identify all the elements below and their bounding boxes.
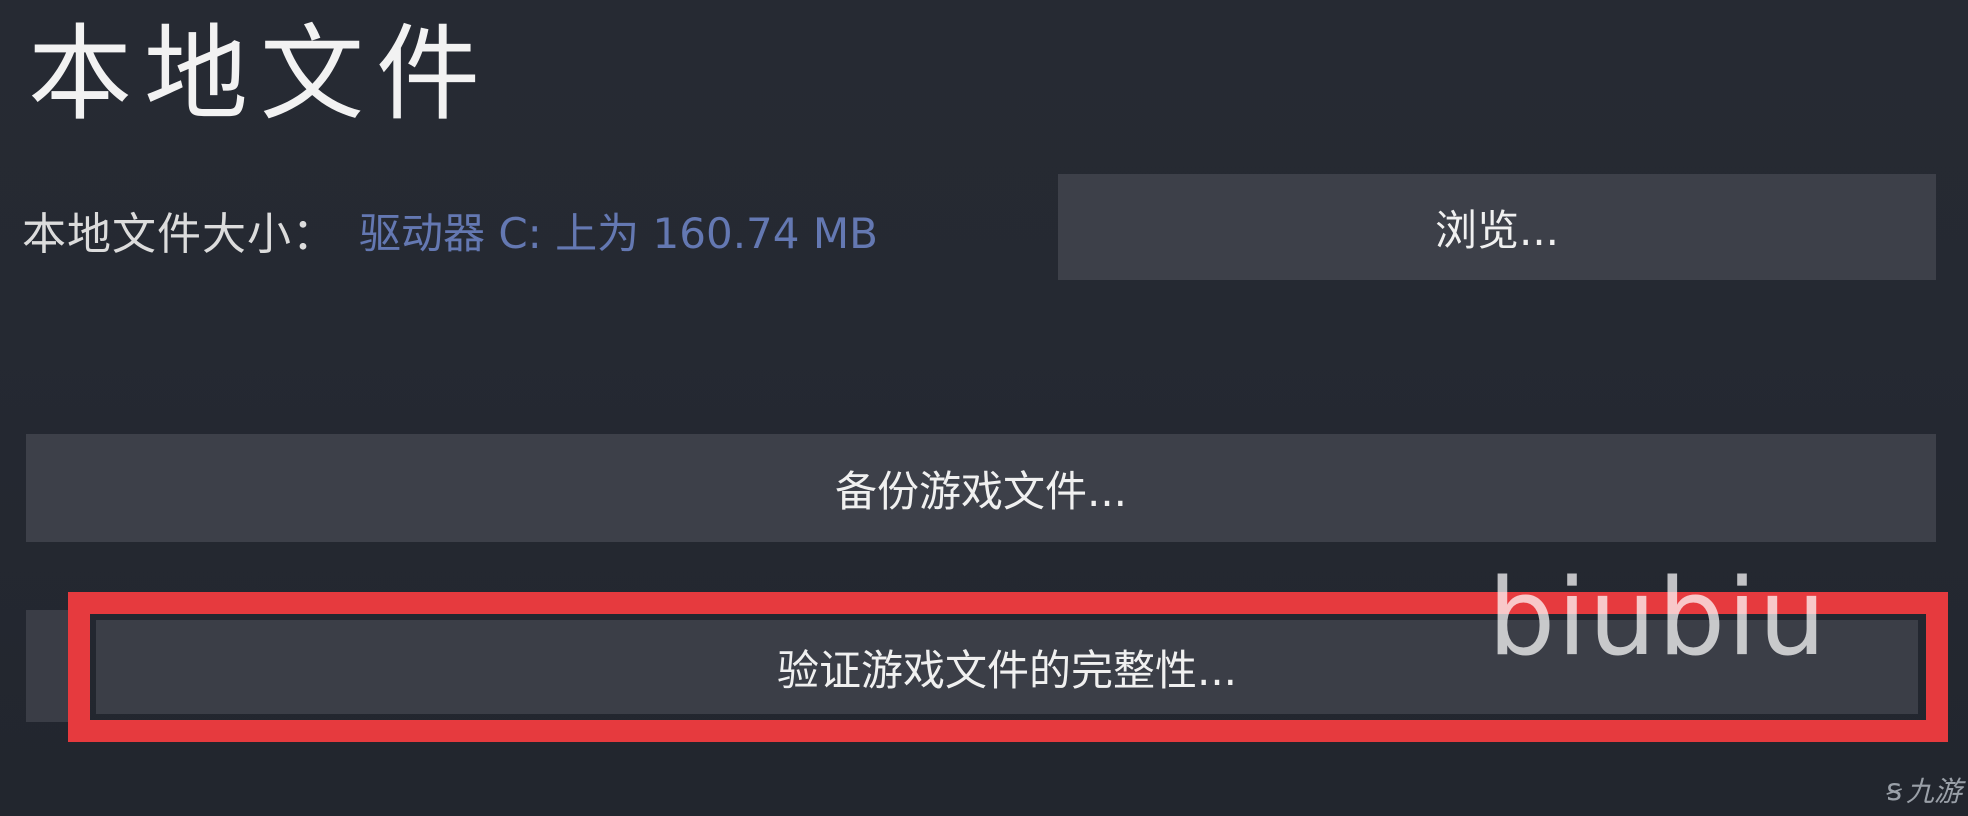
watermark: biubiu	[1488, 556, 1828, 679]
backup-game-files-button[interactable]: 备份游戏文件...	[26, 434, 1936, 542]
local-file-size-row: 本地文件大小： 驱动器 C: 上为 160.74 MB	[22, 200, 878, 261]
browse-button[interactable]: 浏览...	[1058, 174, 1936, 280]
button-edge-strip	[26, 610, 68, 722]
local-file-size-value: 驱动器 C: 上为 160.74 MB	[359, 208, 878, 258]
page-title: 本地文件	[28, 13, 493, 135]
local-file-size-label: 本地文件大小：	[22, 209, 337, 260]
nine-game-logo-icon: ꞩ	[1886, 772, 1902, 808]
corner-logo: ꞩ 九游	[1886, 770, 1962, 810]
corner-logo-text: 九游	[1905, 775, 1962, 808]
